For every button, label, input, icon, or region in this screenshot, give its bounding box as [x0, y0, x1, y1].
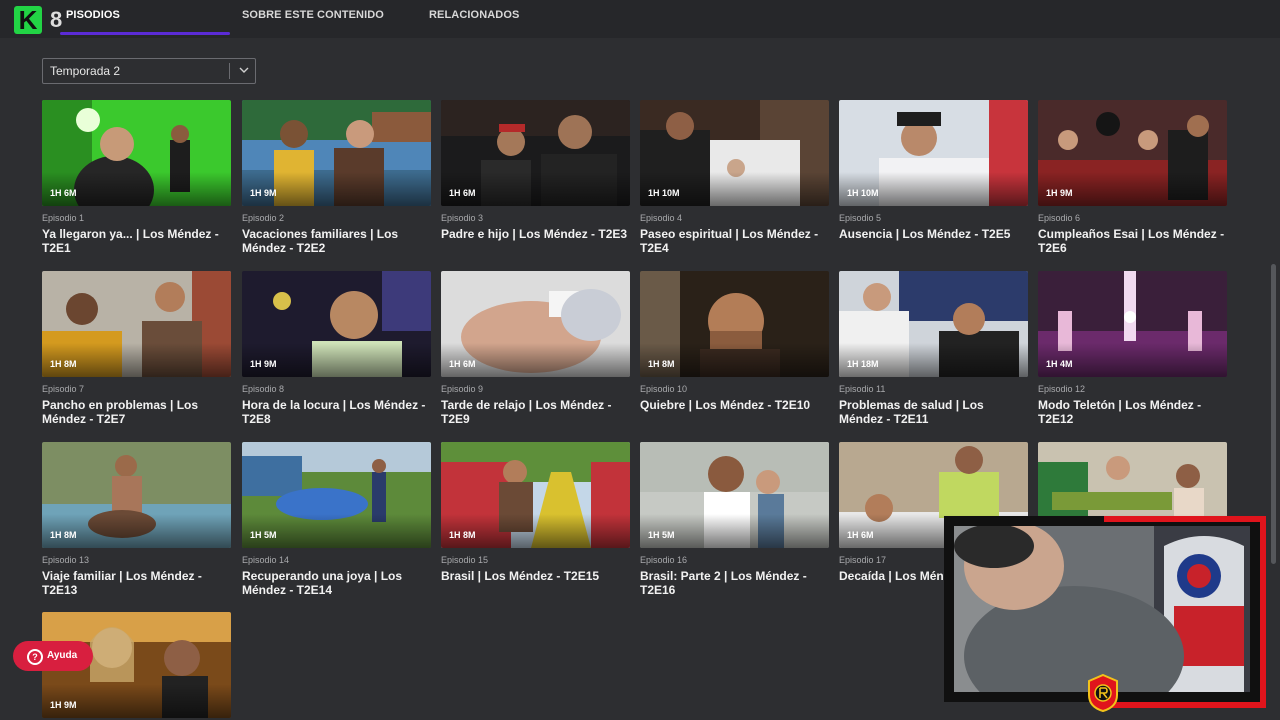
episode-thumbnail[interactable]: 1H 6M	[441, 271, 630, 377]
episode-thumbnail[interactable]: 1H 9M	[242, 100, 431, 206]
episode-title[interactable]: Ausencia | Los Méndez - T2E5	[839, 227, 1027, 241]
chevron-down-icon	[239, 67, 249, 73]
duration-badge: 1H 8M	[50, 359, 77, 369]
duration-badge: 1H 18M	[847, 359, 879, 369]
select-divider	[229, 63, 230, 79]
episode-title[interactable]: Pancho en problemas | Los Méndez - T2E7	[42, 398, 230, 426]
episode-thumbnail[interactable]: 1H 6M	[42, 100, 231, 206]
episode-number: Episodio 1	[42, 213, 85, 223]
episode-title[interactable]: Viaje familiar | Los Méndez - T2E13	[42, 569, 230, 597]
episode-thumbnail[interactable]: 1H 8M	[640, 271, 829, 377]
episode-title[interactable]: Padre e hijo | Los Méndez - T2E3	[441, 227, 629, 241]
duration-badge: 1H 8M	[449, 530, 476, 540]
episode-title[interactable]: Hora de la locura | Los Méndez - T2E8	[242, 398, 430, 426]
episode-thumbnail[interactable]: 1H 8M	[441, 442, 630, 548]
episode-thumbnail[interactable]: 1H 10M	[640, 100, 829, 206]
duration-badge: 1H 6M	[847, 530, 874, 540]
duration-badge: 1H 9M	[50, 700, 77, 710]
duration-badge: 1H 5M	[648, 530, 675, 540]
episode-title[interactable]: Quiebre | Los Méndez - T2E10	[640, 398, 828, 412]
episode-title[interactable]: Tarde de relajo | Los Méndez - T2E9	[441, 398, 629, 426]
episode-number: Episodio 8	[242, 384, 285, 394]
episode-thumbnail[interactable]: 1H 9M	[1038, 100, 1227, 206]
content-tabs-bar: K 8 PISODIOS SOBRE ESTE CONTENIDO RELACI…	[0, 0, 1280, 38]
duration-badge: 1H 9M	[1046, 188, 1073, 198]
episode-number: Episodio 6	[1038, 213, 1081, 223]
episode-title[interactable]: Cumpleaños Esai | Los Méndez - T2E6	[1038, 227, 1226, 255]
episode-number: Episodio 11	[839, 384, 886, 394]
scrollbar-thumb[interactable]	[1271, 264, 1276, 564]
logo-k: K	[14, 6, 42, 34]
episode-title[interactable]: Ya llegaron ya... | Los Méndez - T2E1	[42, 227, 230, 255]
channel-logo[interactable]: K 8	[10, 4, 66, 34]
tab-sobre-este-contenido[interactable]: SOBRE ESTE CONTENIDO	[242, 9, 384, 21]
duration-badge: 1H 9M	[250, 359, 277, 369]
episode-title[interactable]: Brasil | Los Méndez - T2E15	[441, 569, 629, 583]
episode-number: Episodio 7	[42, 384, 85, 394]
logo-number: 8	[50, 7, 63, 32]
episode-thumbnail[interactable]: 1H 5M	[242, 442, 431, 548]
episode-thumbnail[interactable]: 1H 9M	[242, 271, 431, 377]
duration-badge: 1H 6M	[449, 188, 476, 198]
question-icon: ?	[27, 649, 43, 665]
tab-relacionados[interactable]: RELACIONADOS	[429, 9, 519, 21]
duration-badge: 1H 9M	[250, 188, 277, 198]
episode-title[interactable]: Brasil: Parte 2 | Los Méndez - T2E16	[640, 569, 828, 597]
episode-thumbnail[interactable]: 1H 8M	[42, 271, 231, 377]
episode-thumbnail[interactable]: 1H 5M	[640, 442, 829, 548]
episode-number: Episodio 4	[640, 213, 683, 223]
duration-badge: 1H 4M	[1046, 359, 1073, 369]
episode-number: Episodio 12	[1038, 384, 1086, 394]
episode-title[interactable]: Recuperando una joya | Los Méndez - T2E1…	[242, 569, 430, 597]
episode-number: Episodio 17	[839, 555, 887, 565]
episode-number: Episodio 3	[441, 213, 484, 223]
duration-badge: 1H 10M	[648, 188, 680, 198]
episode-thumbnail[interactable]: 1H 10M	[839, 100, 1028, 206]
webcam-overlay	[944, 516, 1266, 713]
duration-badge: 1H 8M	[50, 530, 77, 540]
episode-thumbnail[interactable]: 1H 4M	[1038, 271, 1227, 377]
episode-number: Episodio 16	[640, 555, 688, 565]
webcam-feed	[954, 526, 1250, 692]
episode-number: Episodio 5	[839, 213, 882, 223]
active-tab-indicator	[60, 32, 230, 35]
episode-number: Episodio 10	[640, 384, 688, 394]
episode-number: Episodio 14	[242, 555, 290, 565]
episode-thumbnail[interactable]: 1H 8M	[42, 442, 231, 548]
episode-number: Episodio 2	[242, 213, 285, 223]
episode-title[interactable]: Modo Teletón | Los Méndez - T2E12	[1038, 398, 1226, 426]
duration-badge: 1H 5M	[250, 530, 277, 540]
help-button-label: Ayuda	[47, 650, 78, 661]
club-crest-icon	[1088, 673, 1118, 713]
help-button[interactable]: ? Ayuda	[13, 641, 93, 671]
duration-badge: 1H 6M	[50, 188, 77, 198]
season-select-value: Temporada 2	[50, 64, 121, 78]
episode-title[interactable]: Vacaciones familiares | Los Méndez - T2E…	[242, 227, 430, 255]
episode-number: Episodio 13	[42, 555, 90, 565]
duration-badge: 1H 8M	[648, 359, 675, 369]
episode-number: Episodio 9	[441, 384, 484, 394]
episode-thumbnail[interactable]: 1H 6M	[441, 100, 630, 206]
episode-thumbnail[interactable]: 1H 18M	[839, 271, 1028, 377]
episode-number: Episodio 15	[441, 555, 489, 565]
season-select[interactable]: Temporada 2	[42, 58, 256, 84]
duration-badge: 1H 6M	[449, 359, 476, 369]
episode-title[interactable]: Problemas de salud | Los Méndez - T2E11	[839, 398, 1027, 426]
episode-title[interactable]: Paseo espiritual | Los Méndez - T2E4	[640, 227, 828, 255]
tab-episodios[interactable]: PISODIOS	[66, 9, 120, 21]
duration-badge: 1H 10M	[847, 188, 879, 198]
